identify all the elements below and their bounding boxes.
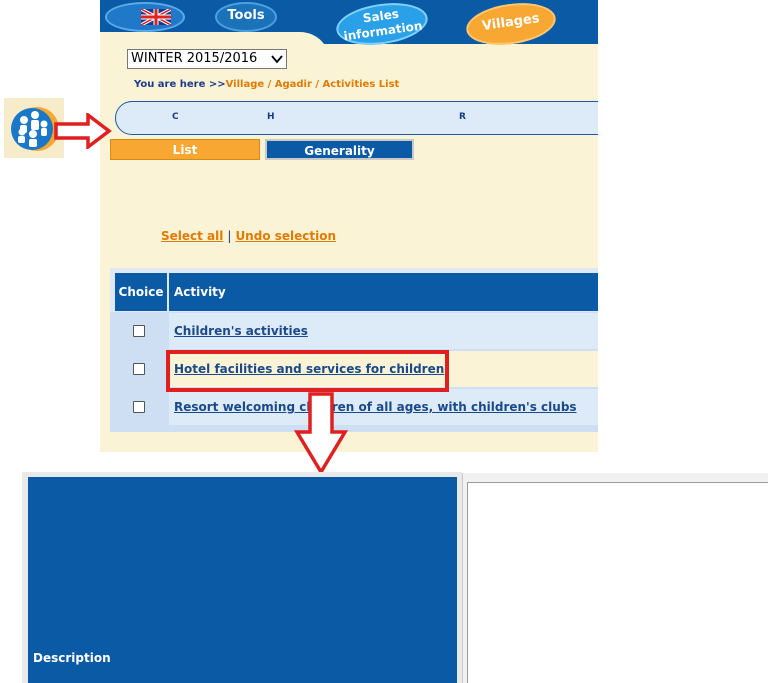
row-checkbox[interactable]: [133, 325, 145, 337]
breadcrumb: You are here >>Village / Agadir / Activi…: [134, 79, 399, 90]
tab-generality[interactable]: Generality: [265, 139, 414, 160]
column-header-choice: Choice: [115, 273, 167, 311]
description-label: Description: [33, 651, 111, 665]
description-label-cell: Description: [28, 477, 457, 683]
row-choice-cell: [115, 313, 167, 349]
letter-filter-r[interactable]: R: [459, 112, 466, 122]
uk-flag-icon: [141, 9, 171, 25]
season-select-value: WINTER 2015/2016: [131, 51, 258, 66]
letter-filter-h[interactable]: H: [267, 112, 275, 122]
row-checkbox[interactable]: [133, 401, 145, 413]
activity-link[interactable]: Children's activities: [174, 324, 308, 338]
red-arrow-down-icon: [293, 392, 349, 476]
tab-list[interactable]: List: [110, 139, 260, 160]
selection-links: Select all | Undo selection: [161, 229, 336, 243]
letter-filter-c[interactable]: C: [172, 112, 179, 122]
column-header-activity: Activity: [169, 273, 598, 311]
description-panel: Description: [22, 472, 462, 683]
activity-link[interactable]: Resort welcoming children of all ages, w…: [174, 400, 577, 414]
breadcrumb-prefix: You are here >>: [134, 79, 226, 90]
row-activity-cell: Children's activities: [169, 313, 598, 349]
season-select[interactable]: WINTER 2015/2016: [127, 49, 287, 69]
undo-selection-link[interactable]: Undo selection: [235, 229, 336, 243]
tools-button[interactable]: Tools: [215, 2, 277, 32]
row-activity-cell: Resort welcoming children of all ages, w…: [169, 389, 598, 425]
row-choice-cell: [115, 351, 167, 387]
alphabet-filter-bar: C H R: [115, 101, 598, 135]
red-arrow-right-icon: [54, 113, 112, 149]
description-field-container: [462, 473, 768, 683]
description-textarea[interactable]: [467, 482, 768, 683]
villages-label: Villages: [481, 11, 541, 34]
selection-separator: |: [227, 229, 232, 243]
row-checkbox[interactable]: [133, 363, 145, 375]
chevron-down-icon: [271, 55, 283, 64]
table-header-row: Choice Activity: [110, 268, 598, 312]
row-choice-cell: [115, 389, 167, 425]
tools-label: Tools: [227, 8, 265, 23]
highlight-box: [166, 350, 449, 392]
select-all-link[interactable]: Select all: [161, 229, 223, 243]
breadcrumb-path[interactable]: Village / Agadir / Activities List: [226, 79, 400, 90]
language-button[interactable]: [105, 2, 185, 32]
